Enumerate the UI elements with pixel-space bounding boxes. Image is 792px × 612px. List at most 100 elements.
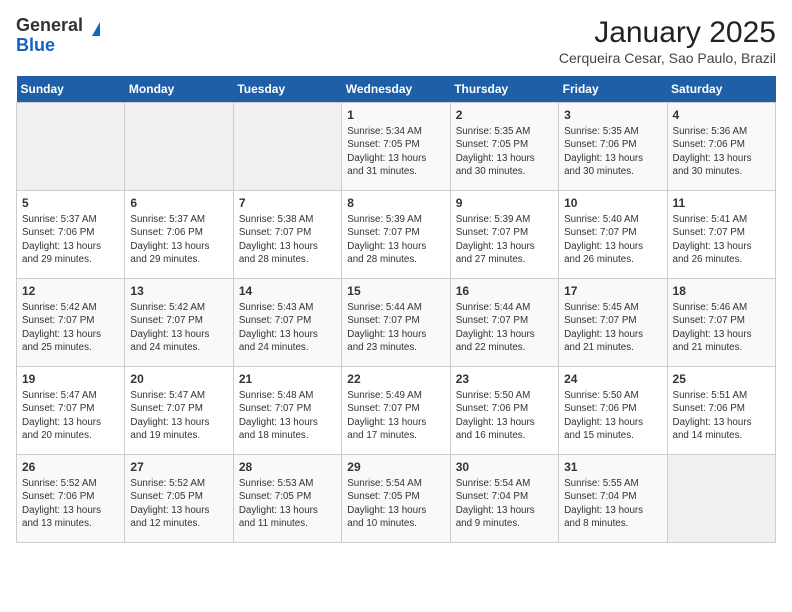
calendar-cell: 9Sunrise: 5:39 AMSunset: 7:07 PMDaylight… (450, 191, 558, 279)
day-number: 30 (456, 459, 553, 475)
calendar-cell: 2Sunrise: 5:35 AMSunset: 7:05 PMDaylight… (450, 103, 558, 191)
calendar-cell: 20Sunrise: 5:47 AMSunset: 7:07 PMDayligh… (125, 367, 233, 455)
calendar-cell: 25Sunrise: 5:51 AMSunset: 7:06 PMDayligh… (667, 367, 775, 455)
day-number: 11 (673, 195, 770, 211)
header-day-sunday: Sunday (17, 76, 125, 103)
calendar-cell: 21Sunrise: 5:48 AMSunset: 7:07 PMDayligh… (233, 367, 341, 455)
day-number: 24 (564, 371, 661, 387)
calendar-cell: 15Sunrise: 5:44 AMSunset: 7:07 PMDayligh… (342, 279, 450, 367)
day-info: Sunset: 7:07 PM (347, 226, 444, 239)
week-row-5: 26Sunrise: 5:52 AMSunset: 7:06 PMDayligh… (17, 455, 776, 543)
day-info: Daylight: 13 hours (130, 504, 227, 517)
day-info: Sunrise: 5:52 AM (130, 477, 227, 490)
day-info: Daylight: 13 hours (456, 328, 553, 341)
calendar-cell: 19Sunrise: 5:47 AMSunset: 7:07 PMDayligh… (17, 367, 125, 455)
day-info: Sunrise: 5:50 AM (564, 389, 661, 402)
day-info: Sunset: 7:06 PM (564, 402, 661, 415)
week-row-4: 19Sunrise: 5:47 AMSunset: 7:07 PMDayligh… (17, 367, 776, 455)
calendar-cell: 12Sunrise: 5:42 AMSunset: 7:07 PMDayligh… (17, 279, 125, 367)
day-number: 23 (456, 371, 553, 387)
calendar-cell: 14Sunrise: 5:43 AMSunset: 7:07 PMDayligh… (233, 279, 341, 367)
day-info: Sunset: 7:05 PM (239, 490, 336, 503)
day-info: Daylight: 13 hours (22, 416, 119, 429)
day-info: Daylight: 13 hours (673, 328, 770, 341)
day-info: Sunset: 7:05 PM (456, 138, 553, 151)
day-info: Sunset: 7:05 PM (130, 490, 227, 503)
week-row-3: 12Sunrise: 5:42 AMSunset: 7:07 PMDayligh… (17, 279, 776, 367)
day-info: Sunset: 7:07 PM (239, 226, 336, 239)
calendar-cell: 29Sunrise: 5:54 AMSunset: 7:05 PMDayligh… (342, 455, 450, 543)
calendar-cell (667, 455, 775, 543)
day-info: Sunrise: 5:43 AM (239, 301, 336, 314)
day-info: Sunset: 7:07 PM (347, 314, 444, 327)
day-number: 6 (130, 195, 227, 211)
day-info: Sunset: 7:06 PM (673, 138, 770, 151)
header-row: SundayMondayTuesdayWednesdayThursdayFrid… (17, 76, 776, 103)
day-info: Daylight: 13 hours (130, 416, 227, 429)
day-number: 9 (456, 195, 553, 211)
day-info: Daylight: 13 hours (347, 416, 444, 429)
calendar-cell: 17Sunrise: 5:45 AMSunset: 7:07 PMDayligh… (559, 279, 667, 367)
day-info: and 21 minutes. (564, 341, 661, 354)
day-number: 1 (347, 107, 444, 123)
day-info: Daylight: 13 hours (456, 152, 553, 165)
day-info: Daylight: 13 hours (239, 504, 336, 517)
calendar-cell: 30Sunrise: 5:54 AMSunset: 7:04 PMDayligh… (450, 455, 558, 543)
day-info: and 24 minutes. (239, 341, 336, 354)
day-info: Sunrise: 5:36 AM (673, 125, 770, 138)
calendar-cell: 23Sunrise: 5:50 AMSunset: 7:06 PMDayligh… (450, 367, 558, 455)
calendar-cell: 11Sunrise: 5:41 AMSunset: 7:07 PMDayligh… (667, 191, 775, 279)
day-info: Sunset: 7:07 PM (347, 402, 444, 415)
calendar-cell: 4Sunrise: 5:36 AMSunset: 7:06 PMDaylight… (667, 103, 775, 191)
calendar-cell: 8Sunrise: 5:39 AMSunset: 7:07 PMDaylight… (342, 191, 450, 279)
day-info: Daylight: 13 hours (456, 416, 553, 429)
day-info: Daylight: 13 hours (564, 240, 661, 253)
calendar-table: SundayMondayTuesdayWednesdayThursdayFrid… (16, 76, 776, 543)
day-number: 3 (564, 107, 661, 123)
day-info: Sunset: 7:07 PM (456, 314, 553, 327)
day-info: Sunrise: 5:53 AM (239, 477, 336, 490)
day-info: Sunrise: 5:49 AM (347, 389, 444, 402)
day-info: and 28 minutes. (347, 253, 444, 266)
day-number: 31 (564, 459, 661, 475)
day-number: 18 (673, 283, 770, 299)
day-info: Sunrise: 5:44 AM (456, 301, 553, 314)
day-number: 19 (22, 371, 119, 387)
day-info: Sunrise: 5:42 AM (22, 301, 119, 314)
calendar-cell: 16Sunrise: 5:44 AMSunset: 7:07 PMDayligh… (450, 279, 558, 367)
day-info: Daylight: 13 hours (347, 152, 444, 165)
day-info: and 28 minutes. (239, 253, 336, 266)
day-info: Sunset: 7:07 PM (673, 314, 770, 327)
calendar-cell: 24Sunrise: 5:50 AMSunset: 7:06 PMDayligh… (559, 367, 667, 455)
header-day-tuesday: Tuesday (233, 76, 341, 103)
header-day-wednesday: Wednesday (342, 76, 450, 103)
day-info: and 21 minutes. (673, 341, 770, 354)
day-info: Sunset: 7:05 PM (347, 490, 444, 503)
day-info: Sunrise: 5:41 AM (673, 213, 770, 226)
day-number: 5 (22, 195, 119, 211)
calendar-subtitle: Cerqueira Cesar, Sao Paulo, Brazil (559, 50, 776, 66)
day-info: Sunrise: 5:50 AM (456, 389, 553, 402)
day-info: and 18 minutes. (239, 429, 336, 442)
day-info: Daylight: 13 hours (239, 416, 336, 429)
day-info: Sunrise: 5:45 AM (564, 301, 661, 314)
day-number: 15 (347, 283, 444, 299)
day-info: Sunrise: 5:39 AM (456, 213, 553, 226)
calendar-cell: 1Sunrise: 5:34 AMSunset: 7:05 PMDaylight… (342, 103, 450, 191)
day-info: Sunrise: 5:42 AM (130, 301, 227, 314)
day-info: Daylight: 13 hours (130, 328, 227, 341)
day-number: 2 (456, 107, 553, 123)
calendar-cell: 3Sunrise: 5:35 AMSunset: 7:06 PMDaylight… (559, 103, 667, 191)
day-info: and 22 minutes. (456, 341, 553, 354)
day-number: 29 (347, 459, 444, 475)
day-info: Daylight: 13 hours (347, 504, 444, 517)
day-info: Sunrise: 5:55 AM (564, 477, 661, 490)
day-info: Daylight: 13 hours (673, 416, 770, 429)
day-info: Sunset: 7:04 PM (456, 490, 553, 503)
day-number: 8 (347, 195, 444, 211)
page-header: General Blue January 2025 Cerqueira Cesa… (16, 16, 776, 66)
calendar-cell: 10Sunrise: 5:40 AMSunset: 7:07 PMDayligh… (559, 191, 667, 279)
day-info: Sunrise: 5:44 AM (347, 301, 444, 314)
day-info: and 11 minutes. (239, 517, 336, 530)
header-day-monday: Monday (125, 76, 233, 103)
